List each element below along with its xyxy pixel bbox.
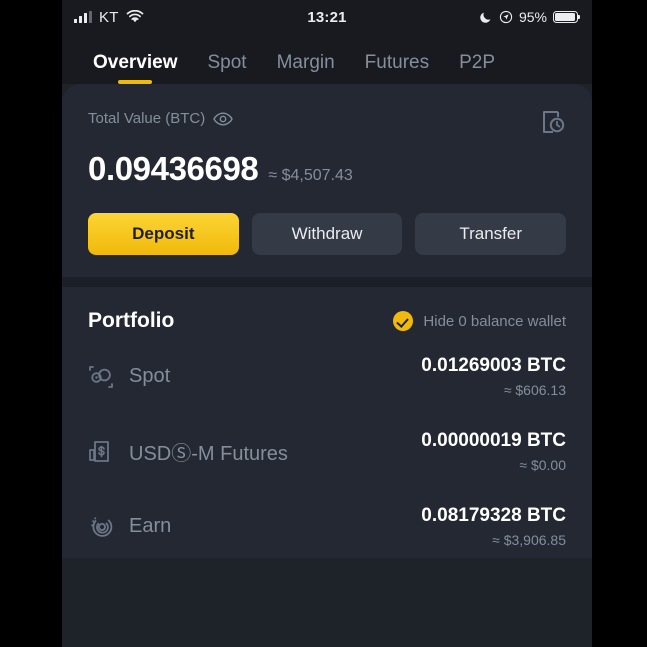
portfolio-row-amount: 0.08179328 BTC — [421, 505, 566, 526]
transfer-button[interactable]: Transfer — [415, 213, 567, 255]
carrier-label: KT — [99, 8, 119, 26]
earn-icon — [91, 516, 113, 537]
total-value-label-group: Total Value (BTC) — [88, 110, 234, 127]
total-value-btc: 0.09436698 — [88, 150, 259, 187]
portfolio-row-left: Spot — [88, 364, 170, 390]
wifi-icon — [126, 10, 143, 23]
total-value-label: Total Value (BTC) — [88, 110, 206, 127]
status-bar-right: 95% — [479, 9, 581, 25]
main-tab-bar[interactable]: Overview Spot Margin Futures P2P — [62, 34, 592, 84]
battery-percent-label: 95% — [518, 9, 547, 25]
portfolio-row-left: Earn — [88, 514, 171, 540]
portfolio-row-spot[interactable]: Spot 0.01269003 BTC ≈ $606.13 — [88, 333, 566, 408]
deposit-button[interactable]: Deposit — [88, 213, 239, 255]
section-divider — [62, 277, 592, 287]
eye-visible-icon[interactable] — [213, 111, 234, 126]
status-bar-left: KT — [74, 9, 144, 26]
checkbox-checked-icon[interactable] — [393, 311, 414, 331]
portfolio-row-label: Spot — [129, 365, 171, 387]
tab-futures[interactable]: Futures — [350, 52, 444, 84]
tab-overview[interactable]: Overview — [78, 52, 193, 84]
battery-icon — [553, 11, 581, 23]
portfolio-row-usd-m-futures[interactable]: USDⓈ-M Futures 0.00000019 BTC ≈ $0.00 — [88, 408, 566, 483]
portfolio-row-usd: ≈ $3,906.85 — [492, 532, 566, 548]
tab-margin[interactable]: Margin — [262, 52, 350, 84]
total-value-usd: ≈ $4,507.43 — [268, 167, 353, 184]
do-not-disturb-moon-icon — [480, 12, 491, 23]
hide-zero-balance-toggle[interactable]: Hide 0 balance wallet — [393, 311, 566, 331]
portfolio-row-label: Earn — [129, 515, 172, 537]
portfolio-row-usd: ≈ $606.13 — [503, 382, 566, 398]
total-balance-card: Total Value (BTC) 0.09436698 ≈ $4,507.43… — [62, 84, 592, 277]
total-value-row: 0.09436698 ≈ $4,507.43 — [88, 150, 566, 188]
portfolio-row-usd: ≈ $0.00 — [519, 457, 566, 473]
tab-spot[interactable]: Spot — [193, 52, 262, 84]
screen-letterbox: KT 13:21 95% Overview Spot Margin Future… — [0, 0, 647, 647]
status-bar: KT 13:21 95% — [62, 0, 592, 34]
portfolio-row-left: USDⓈ-M Futures — [88, 437, 288, 466]
balance-card-header: Total Value (BTC) — [88, 110, 566, 141]
tab-p2p[interactable]: P2P — [444, 52, 510, 84]
portfolio-row-label: USDⓈ-M Futures — [129, 443, 288, 465]
portfolio-row-amount: 0.01269003 BTC — [421, 355, 566, 376]
portfolio-row-values: 0.01269003 BTC ≈ $606.13 — [421, 355, 566, 398]
phone-viewport: KT 13:21 95% Overview Spot Margin Future… — [62, 0, 592, 647]
spot-wallet-icon — [89, 365, 113, 388]
hide-zero-balance-label: Hide 0 balance wallet — [423, 312, 566, 330]
usd-m-futures-icon — [89, 440, 109, 462]
portfolio-row-values: 0.08179328 BTC ≈ $3,906.85 — [421, 505, 566, 548]
withdraw-button[interactable]: Withdraw — [251, 213, 403, 255]
portfolio-row-earn[interactable]: Earn 0.08179328 BTC ≈ $3,906.85 — [88, 483, 566, 558]
wallet-action-buttons: Deposit Withdraw Transfer — [88, 213, 567, 255]
portfolio-row-amount: 0.00000019 BTC — [421, 430, 566, 451]
portfolio-header: Portfolio Hide 0 balance wallet — [88, 309, 566, 333]
transaction-history-icon[interactable] — [538, 108, 566, 141]
location-services-icon — [499, 10, 513, 24]
signal-bars-icon — [74, 11, 92, 23]
portfolio-section: Portfolio Hide 0 balance wallet Spot 0.0… — [62, 287, 592, 558]
portfolio-title: Portfolio — [88, 309, 175, 332]
portfolio-row-values: 0.00000019 BTC ≈ $0.00 — [421, 430, 566, 473]
